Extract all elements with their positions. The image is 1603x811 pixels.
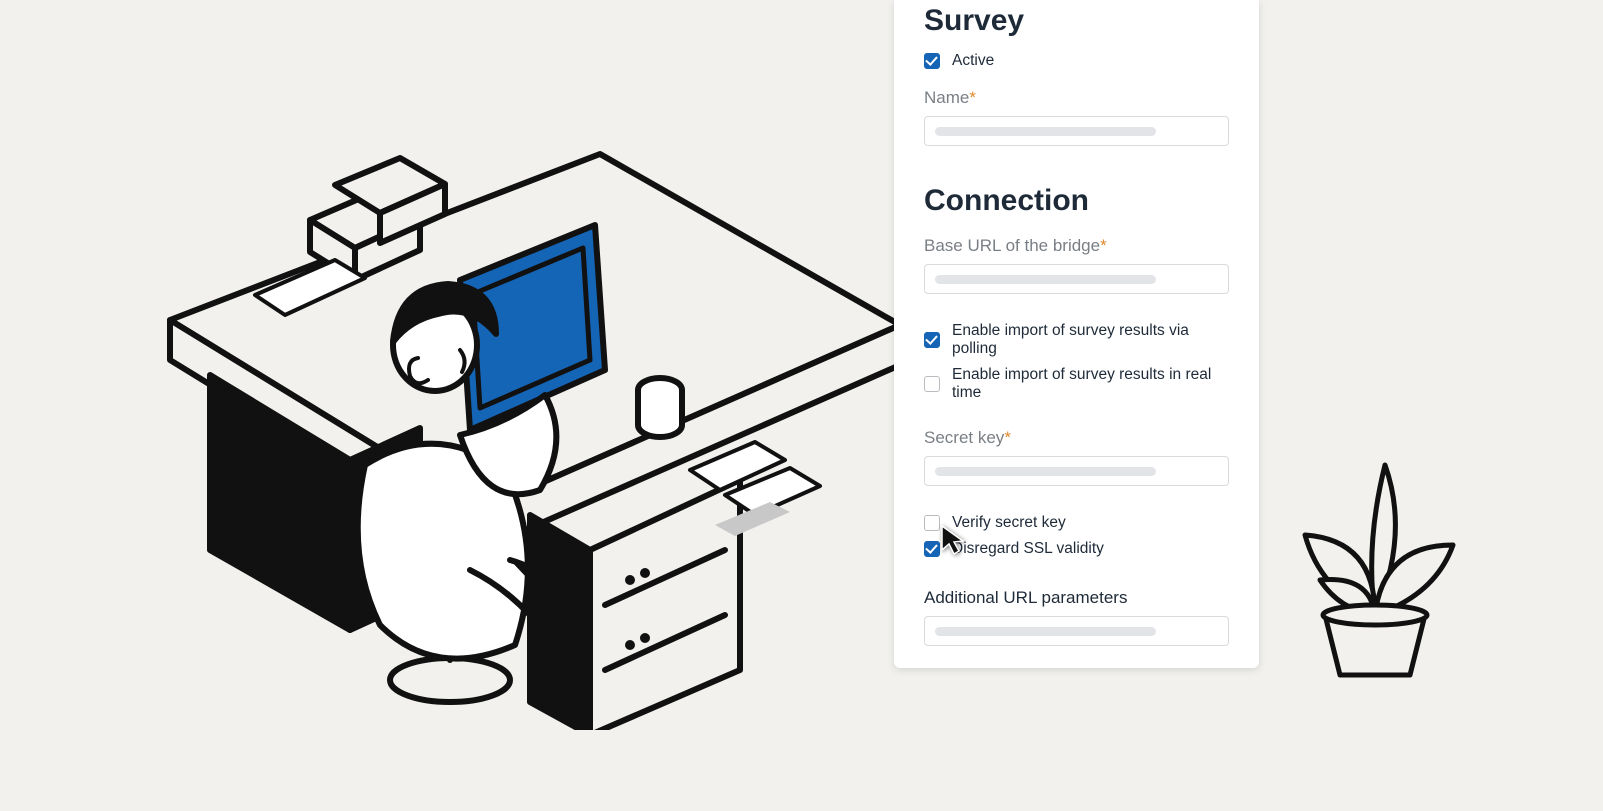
checkbox-icon (924, 376, 940, 392)
realtime-checkbox-label: Enable import of survey results in real … (952, 366, 1229, 402)
verify-secret-checkbox-row[interactable]: Verify secret key (924, 514, 1229, 532)
name-field-label: Name* (924, 88, 1229, 108)
checkbox-icon (924, 53, 940, 69)
section-connection-title: Connection (924, 180, 1229, 218)
name-input[interactable] (924, 116, 1229, 146)
base-url-field-label: Base URL of the bridge* (924, 236, 1229, 256)
active-checkbox-label: Active (952, 52, 994, 70)
verify-secret-checkbox-label: Verify secret key (952, 514, 1066, 532)
desk-illustration (160, 150, 910, 730)
checkbox-icon (924, 515, 940, 531)
disregard-ssl-checkbox-label: Disregard SSL validity (952, 540, 1104, 558)
plant-illustration (1290, 455, 1460, 685)
realtime-checkbox-row[interactable]: Enable import of survey results in real … (924, 366, 1229, 402)
active-checkbox-row[interactable]: Active (924, 52, 1229, 70)
url-params-input[interactable] (924, 616, 1229, 646)
secret-key-field-label: Secret key* (924, 428, 1229, 448)
disregard-ssl-checkbox-row[interactable]: Disregard SSL validity (924, 540, 1229, 558)
polling-checkbox-label: Enable import of survey results via poll… (952, 322, 1229, 358)
survey-settings-card: Survey Active Name* Connection Base URL … (894, 0, 1259, 668)
checkbox-icon (924, 332, 940, 348)
secret-key-input[interactable] (924, 456, 1229, 486)
url-params-field-label: Additional URL parameters (924, 588, 1229, 608)
base-url-input[interactable] (924, 264, 1229, 294)
checkbox-icon (924, 541, 940, 557)
polling-checkbox-row[interactable]: Enable import of survey results via poll… (924, 322, 1229, 358)
section-survey-title: Survey (924, 4, 1229, 38)
